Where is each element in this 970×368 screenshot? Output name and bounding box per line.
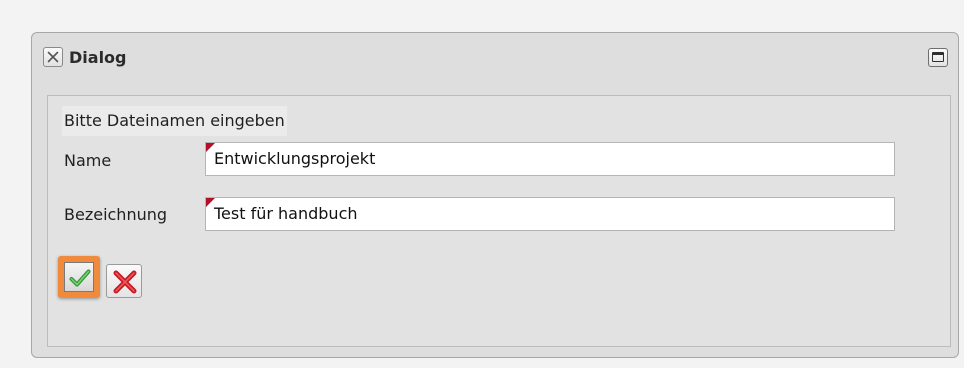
checkmark-icon <box>69 269 91 287</box>
dialog-titlebar: Dialog <box>32 33 958 83</box>
dialog-title: Dialog <box>69 48 127 67</box>
cancel-button[interactable] <box>106 264 142 298</box>
dialog-content: Bitte Dateinamen eingeben Name Entwicklu… <box>47 95 951 347</box>
maximize-button[interactable] <box>928 48 948 67</box>
name-input[interactable]: Entwicklungsprojekt <box>205 142 895 176</box>
name-label: Name <box>64 151 112 170</box>
bezeichnung-input-value: Test für handbuch <box>214 204 358 223</box>
bezeichnung-label: Bezeichnung <box>64 205 168 224</box>
bezeichnung-input[interactable]: Test für handbuch <box>205 197 895 231</box>
close-icon <box>47 51 59 63</box>
close-button[interactable] <box>43 47 63 67</box>
dirty-marker <box>206 198 215 207</box>
ok-button[interactable] <box>58 256 100 298</box>
maximize-icon <box>932 52 944 62</box>
cross-icon <box>113 270 137 294</box>
prompt-text: Bitte Dateinamen eingeben <box>62 106 287 136</box>
dialog-window: Dialog Bitte Dateinamen eingeben Name En… <box>31 32 959 358</box>
dirty-marker <box>206 143 215 152</box>
name-input-value: Entwicklungsprojekt <box>214 149 376 168</box>
ok-button-face <box>64 262 94 292</box>
